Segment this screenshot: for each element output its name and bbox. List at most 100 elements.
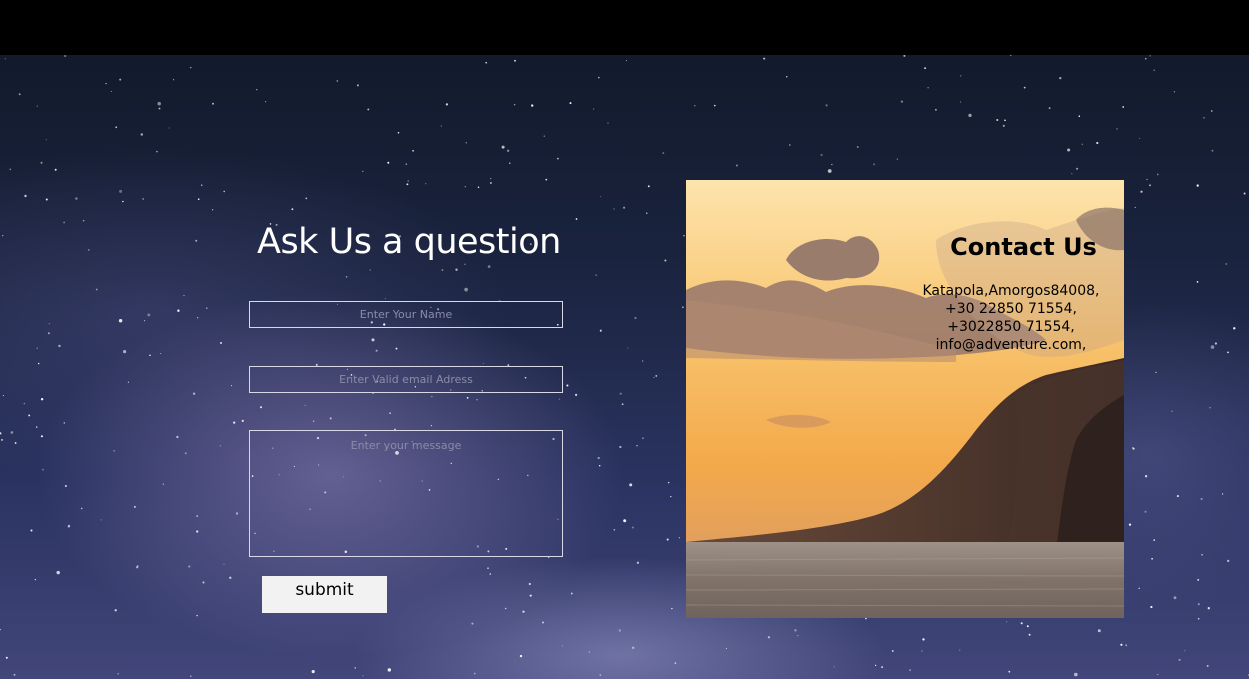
star [655, 374, 658, 377]
star [1210, 345, 1215, 349]
star [1200, 497, 1203, 501]
star [1009, 55, 1012, 56]
star [996, 118, 999, 122]
star [599, 329, 602, 332]
star [959, 101, 962, 103]
star [873, 163, 876, 166]
star [670, 495, 672, 498]
star [1120, 643, 1123, 646]
star [788, 144, 791, 146]
star [183, 294, 185, 297]
star [1002, 124, 1005, 127]
star [223, 190, 225, 193]
star [118, 318, 123, 323]
star [831, 163, 833, 166]
star [1116, 128, 1118, 130]
star [18, 93, 21, 96]
star [197, 317, 199, 319]
star [2, 395, 4, 397]
star [570, 592, 573, 595]
star [123, 350, 127, 354]
star [473, 672, 476, 675]
star [1155, 371, 1157, 374]
star [202, 581, 205, 584]
star [36, 105, 38, 107]
star [713, 104, 716, 107]
star [1138, 587, 1140, 590]
star [206, 307, 208, 309]
star [40, 397, 44, 401]
form-title: Ask Us a question [257, 222, 561, 262]
star [960, 75, 962, 77]
submit-button[interactable]: submit [262, 576, 387, 613]
star [54, 168, 57, 171]
star [632, 646, 635, 649]
star [87, 249, 90, 251]
star [36, 426, 38, 428]
star [1149, 55, 1151, 57]
star [1197, 578, 1200, 581]
star [1081, 143, 1084, 146]
star [900, 100, 904, 103]
star [1153, 69, 1156, 72]
star [1078, 115, 1081, 117]
star [598, 464, 601, 467]
contact-phone-1: +30 22850 71554, [945, 301, 1077, 317]
star [1227, 559, 1230, 563]
star [1028, 633, 1031, 636]
star [168, 127, 170, 129]
star [387, 668, 392, 672]
contact-details: Katapola,Amorgos84008, +30 22850 71554, … [901, 282, 1121, 354]
star [820, 153, 823, 157]
star [1184, 650, 1186, 652]
star [40, 435, 43, 438]
star [597, 456, 600, 460]
contact-email: info@adventure.com, [935, 337, 1087, 353]
star [200, 184, 203, 186]
star [354, 667, 356, 669]
star [613, 208, 615, 210]
star [162, 483, 164, 485]
star [856, 146, 859, 148]
star [786, 76, 788, 78]
star [1233, 327, 1236, 330]
star [0, 432, 2, 435]
star [1140, 190, 1143, 193]
star [662, 152, 665, 155]
star [667, 481, 670, 484]
star [600, 195, 602, 198]
star [674, 662, 677, 664]
star [927, 87, 929, 89]
star [959, 649, 961, 651]
star [683, 235, 685, 237]
star [1139, 137, 1141, 140]
star [1211, 110, 1213, 112]
star [1020, 622, 1023, 625]
star [694, 105, 696, 107]
star [142, 198, 144, 200]
star [471, 622, 474, 625]
name-input[interactable] [249, 301, 563, 328]
message-textarea[interactable] [249, 430, 563, 557]
star [634, 316, 637, 320]
star [1151, 557, 1153, 560]
star [619, 445, 622, 449]
star [1150, 605, 1153, 609]
star [1197, 603, 1200, 606]
star [641, 437, 644, 440]
email-input[interactable] [249, 366, 563, 393]
star [1145, 58, 1147, 60]
star [157, 101, 161, 106]
star [575, 218, 578, 220]
star [646, 212, 648, 214]
star [140, 133, 144, 136]
star [136, 565, 139, 567]
star [30, 529, 33, 532]
star [1203, 117, 1205, 119]
star [1144, 510, 1147, 513]
star [623, 206, 626, 209]
star [1059, 76, 1062, 80]
star [63, 422, 66, 424]
star [0, 628, 1, 631]
star [613, 529, 616, 531]
